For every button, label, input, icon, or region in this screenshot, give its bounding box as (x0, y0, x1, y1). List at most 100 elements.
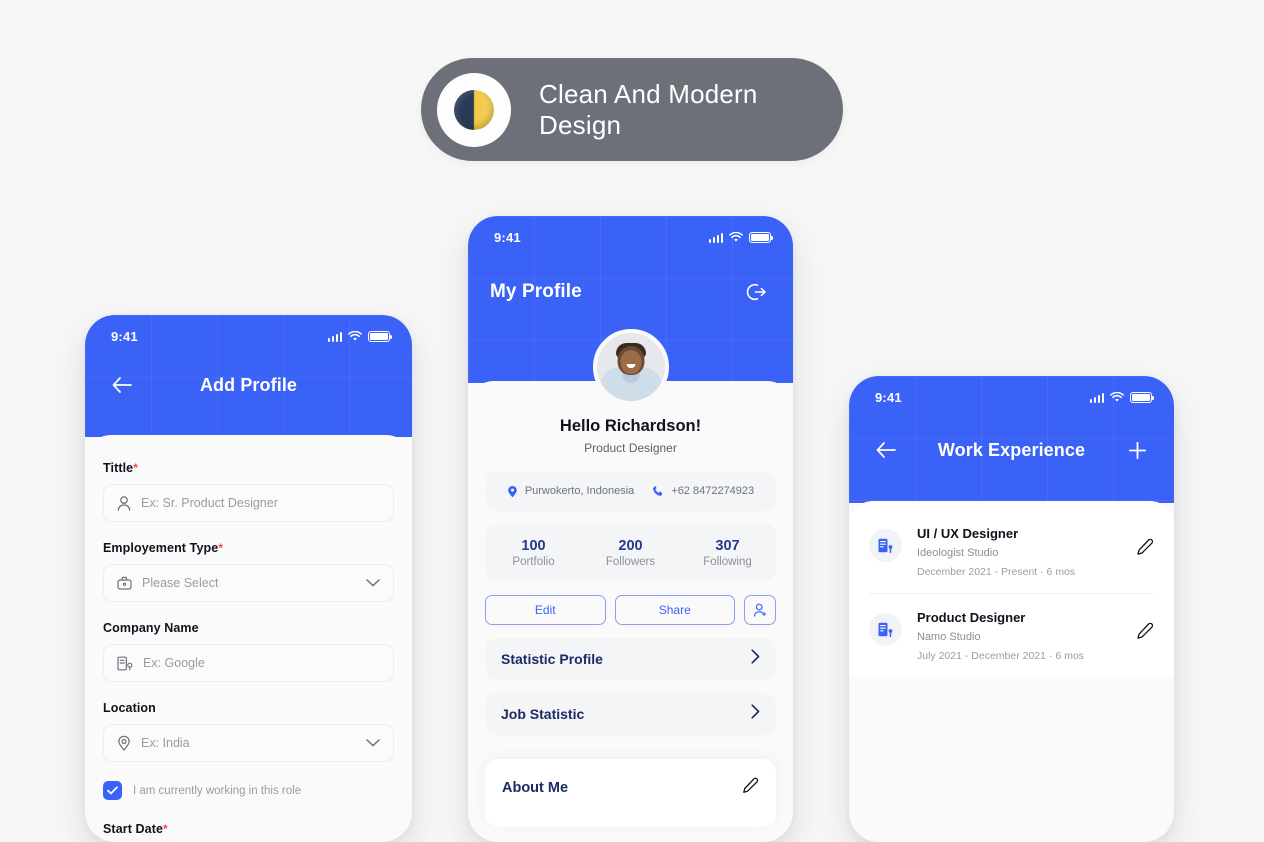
signal-icon (708, 232, 723, 243)
stat-following: 307 Following (679, 538, 776, 568)
company-name-placeholder: Ex: Google (143, 656, 205, 670)
field-label-start-date: Start Date* (103, 822, 168, 836)
stat-followers-value: 200 (618, 537, 643, 554)
statistic-profile-row[interactable]: Statistic Profile (485, 638, 776, 680)
experience-title: Product Designer (917, 610, 1026, 625)
stat-followers: 200 Followers (582, 538, 679, 568)
arrow-left-icon[interactable] (107, 370, 137, 400)
experience-period: July 2021 - December 2021 · 6 mos (917, 650, 1084, 662)
wifi-icon (729, 232, 743, 242)
about-me-title: About Me (502, 780, 569, 796)
contact-card: Purwokerto, Indonesia +62 8472274923 (485, 471, 776, 511)
header-banner: Clean And Modern Design (421, 58, 843, 161)
experience-period: December 2021 - Present · 6 mos (917, 566, 1076, 578)
list-item[interactable]: UI / UX Designer Ideologist Studio Decem… (849, 509, 1174, 593)
title-input-placeholder: Ex: Sr. Product Designer (141, 496, 278, 510)
briefcase-icon (117, 576, 132, 590)
currently-working-checkbox-row[interactable]: I am currently working in this role (103, 781, 394, 800)
status-bar-time: 9:41 (494, 230, 521, 245)
add-profile-header: 9:41 Add Profile (85, 315, 412, 437)
status-bar: 9:41 (468, 216, 793, 245)
location-placeholder: Ex: India (141, 736, 190, 750)
statistic-profile-label: Statistic Profile (501, 651, 603, 667)
map-pin-filled-icon (507, 485, 518, 498)
experience-title: UI / UX Designer (917, 526, 1019, 541)
field-label-location: Location (103, 701, 156, 715)
location-select[interactable]: Ex: India (103, 724, 394, 762)
edit-button[interactable]: Edit (485, 595, 606, 625)
work-experience-navbar: Work Experience (849, 435, 1174, 465)
work-experience-sheet: UI / UX Designer Ideologist Studio Decem… (849, 501, 1174, 677)
add-profile-form: Tittle* Ex: Sr. Product Designer Employe… (85, 435, 412, 836)
stat-portfolio-value: 100 (521, 537, 546, 554)
profile-sheet: Hello Richardson! Product Designer Purwo… (468, 329, 793, 827)
chevron-right-icon (751, 704, 760, 724)
signal-icon (1089, 392, 1104, 403)
contact-location-text: Purwokerto, Indonesia (524, 485, 635, 497)
field-label-employment-type: Employement Type* (103, 541, 224, 555)
add-profile-sheet: Tittle* Ex: Sr. Product Designer Employe… (85, 435, 412, 836)
profile-phone: 9:41 My Profile Hello Richardson! Produc… (468, 216, 793, 842)
profile-role: Product Designer (584, 441, 677, 455)
job-statistic-row[interactable]: Job Statistic (485, 693, 776, 735)
arrow-left-icon[interactable] (871, 435, 901, 465)
employment-type-placeholder: Please Select (142, 576, 219, 590)
screenshot-stage: Clean And Modern Design 9:41 Add Profile… (0, 0, 1264, 842)
profile-navbar: My Profile (468, 277, 793, 307)
plus-icon[interactable] (1122, 435, 1152, 465)
wifi-icon (348, 331, 362, 341)
phone-icon (652, 485, 664, 497)
moon-first-quarter-icon (454, 89, 494, 130)
job-statistic-label: Job Statistic (501, 706, 585, 722)
person-icon (117, 495, 131, 511)
map-pin-icon (117, 735, 131, 751)
wifi-icon (1110, 392, 1124, 402)
banner-title: Clean And Modern Design (539, 78, 758, 140)
required-marker: * (218, 541, 224, 555)
stat-portfolio: 100 Portfolio (485, 538, 582, 568)
building-icon (869, 613, 902, 646)
status-bar-time: 9:41 (875, 390, 902, 405)
employment-type-select[interactable]: Please Select (103, 564, 394, 602)
list-item[interactable]: Product Designer Namo Studio July 2021 -… (849, 593, 1174, 677)
banner-badge (437, 72, 511, 147)
stat-following-label: Following (703, 555, 752, 568)
checkbox-checked-icon[interactable] (103, 781, 122, 800)
battery-icon (368, 331, 393, 342)
add-profile-phone: 9:41 Add Profile Tittle* Ex: Sr. Product… (85, 315, 412, 842)
building-icon (869, 529, 902, 562)
contact-phone-text: +62 8472274923 (671, 485, 755, 497)
person-add-icon[interactable] (744, 595, 776, 625)
title-input[interactable]: Ex: Sr. Product Designer (103, 484, 394, 522)
avatar (592, 329, 669, 405)
building-icon (117, 656, 133, 671)
battery-icon (1130, 392, 1155, 403)
required-marker: * (163, 822, 168, 836)
contact-location: Purwokerto, Indonesia (507, 485, 634, 498)
stats-card: 100 Portfolio 200 Followers 307 Followin… (485, 524, 776, 581)
battery-icon (749, 232, 774, 243)
profile-action-buttons: Edit Share (485, 595, 776, 625)
pencil-icon[interactable] (1136, 622, 1154, 645)
work-experience-header: 9:41 Work Experience (849, 376, 1174, 503)
chevron-right-icon (751, 649, 760, 669)
company-name-input[interactable]: Ex: Google (103, 644, 394, 682)
stat-followers-label: Followers (605, 555, 656, 568)
page-title: Add Profile (199, 374, 298, 395)
field-label-company-name: Company Name (103, 621, 199, 635)
stat-portfolio-label: Portfolio (512, 555, 555, 568)
share-button[interactable]: Share (614, 595, 735, 625)
status-bar: 9:41 (849, 376, 1174, 405)
page-title: My Profile (490, 281, 582, 302)
status-bar-time: 9:41 (111, 329, 138, 344)
field-label-title: Tittle* (103, 461, 139, 475)
contact-phone: +62 8472274923 (652, 485, 754, 497)
chevron-down-icon (366, 739, 380, 747)
stat-following-value: 307 (715, 537, 740, 554)
status-bar: 9:41 (85, 315, 412, 344)
pencil-icon[interactable] (1136, 538, 1154, 561)
page-title: Work Experience (937, 439, 1086, 460)
pencil-icon[interactable] (742, 777, 759, 799)
logout-icon[interactable] (741, 277, 771, 307)
experience-company: Namo Studio (917, 631, 981, 643)
